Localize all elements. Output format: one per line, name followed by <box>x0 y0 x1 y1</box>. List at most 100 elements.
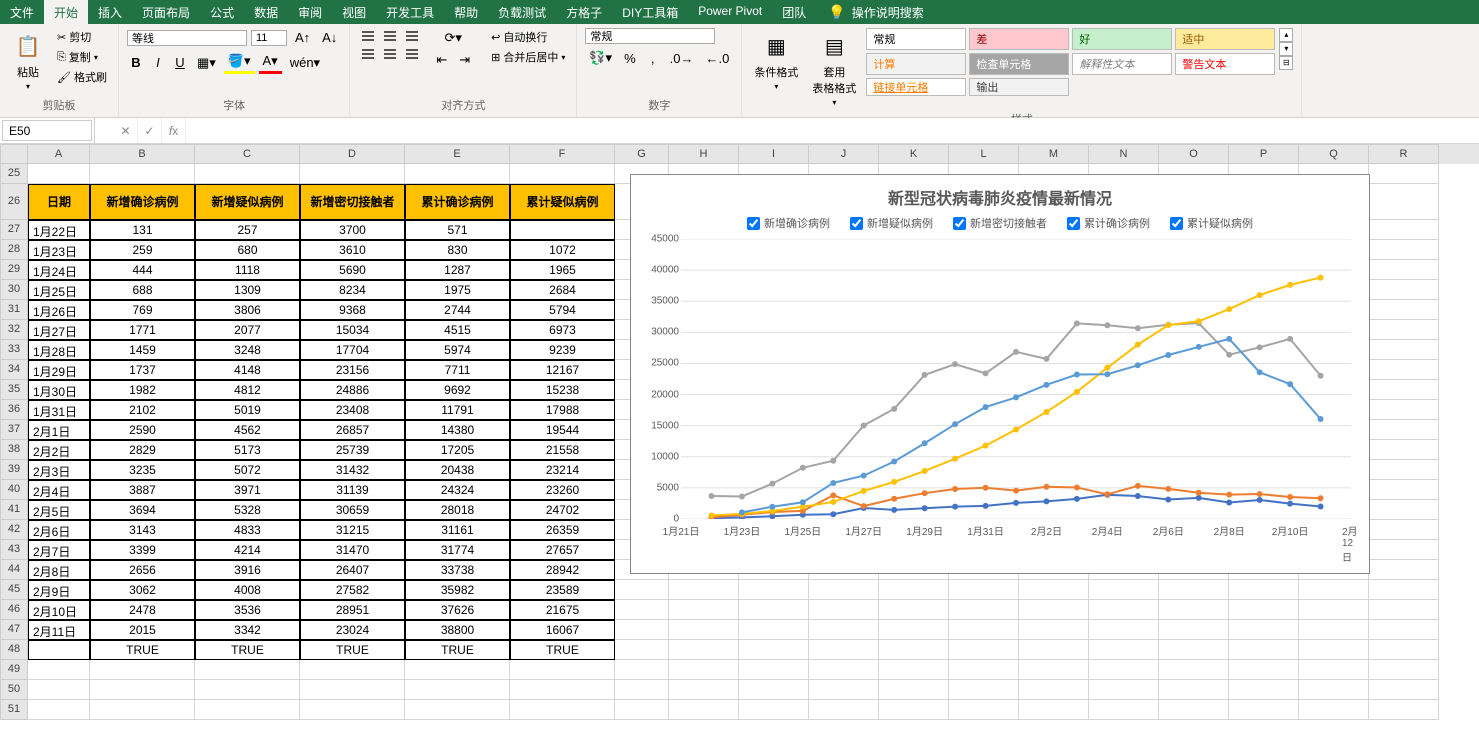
cell-O51[interactable] <box>1159 700 1229 720</box>
legend-checkbox[interactable] <box>1170 217 1183 230</box>
cell-O49[interactable] <box>1159 660 1229 680</box>
row-header-26[interactable]: 26 <box>0 184 28 220</box>
cell-K50[interactable] <box>879 680 949 700</box>
cell-D25[interactable] <box>300 164 405 184</box>
cell-D51[interactable] <box>300 700 405 720</box>
cell-B44[interactable]: 2656 <box>90 560 195 580</box>
cell-R32[interactable] <box>1369 320 1439 340</box>
menu-tab-开发工具[interactable]: 开发工具 <box>376 0 444 24</box>
cell-B40[interactable]: 3887 <box>90 480 195 500</box>
cell-M51[interactable] <box>1019 700 1089 720</box>
cell-E34[interactable]: 7711 <box>405 360 510 380</box>
cell-B26[interactable]: 新增确诊病例 <box>90 184 195 220</box>
cell-P51[interactable] <box>1229 700 1299 720</box>
cell-R47[interactable] <box>1369 620 1439 640</box>
cell-D42[interactable]: 31215 <box>300 520 405 540</box>
row-header-50[interactable]: 50 <box>0 680 28 700</box>
cell-N47[interactable] <box>1089 620 1159 640</box>
cell-Q51[interactable] <box>1299 700 1369 720</box>
legend-item[interactable]: 新增密切接触者 <box>953 215 1047 231</box>
cell-H45[interactable] <box>669 580 739 600</box>
row-header-44[interactable]: 44 <box>0 560 28 580</box>
cell-C41[interactable]: 5328 <box>195 500 300 520</box>
cell-F42[interactable]: 26359 <box>510 520 615 540</box>
cell-N50[interactable] <box>1089 680 1159 700</box>
cell-B41[interactable]: 3694 <box>90 500 195 520</box>
cell-F30[interactable]: 2684 <box>510 280 615 300</box>
cell-B42[interactable]: 3143 <box>90 520 195 540</box>
cell-C47[interactable]: 3342 <box>195 620 300 640</box>
cell-R25[interactable] <box>1369 164 1439 184</box>
menu-tab-DIY工具箱[interactable]: DIY工具箱 <box>612 0 688 24</box>
cell-E32[interactable]: 4515 <box>405 320 510 340</box>
cell-C27[interactable]: 257 <box>195 220 300 240</box>
paste-button[interactable]: 📋 粘贴 ▾ <box>8 28 48 93</box>
cell-R26[interactable] <box>1369 184 1439 220</box>
cell-Q45[interactable] <box>1299 580 1369 600</box>
cell-D40[interactable]: 31139 <box>300 480 405 500</box>
row-header-28[interactable]: 28 <box>0 240 28 260</box>
row-header-33[interactable]: 33 <box>0 340 28 360</box>
column-header-K[interactable]: K <box>879 144 949 164</box>
cell-M48[interactable] <box>1019 640 1089 660</box>
accounting-format-button[interactable]: 💱▾ <box>585 48 616 68</box>
cell-A32[interactable]: 1月27日 <box>28 320 90 340</box>
row-header-48[interactable]: 48 <box>0 640 28 660</box>
bold-button[interactable]: B <box>127 53 145 72</box>
cell-E48[interactable]: TRUE <box>405 640 510 660</box>
column-header-M[interactable]: M <box>1019 144 1089 164</box>
row-header-37[interactable]: 37 <box>0 420 28 440</box>
cell-J49[interactable] <box>809 660 879 680</box>
cell-F32[interactable]: 6973 <box>510 320 615 340</box>
cancel-formula-button[interactable]: ✕ <box>114 118 138 143</box>
font-name-select[interactable] <box>127 30 247 46</box>
cell-N49[interactable] <box>1089 660 1159 680</box>
cell-H51[interactable] <box>669 700 739 720</box>
legend-item[interactable]: 新增疑似病例 <box>850 215 933 231</box>
cell-R29[interactable] <box>1369 260 1439 280</box>
cell-R46[interactable] <box>1369 600 1439 620</box>
cell-B51[interactable] <box>90 700 195 720</box>
cell-A48[interactable] <box>28 640 90 660</box>
cell-C46[interactable]: 3536 <box>195 600 300 620</box>
cell-I46[interactable] <box>739 600 809 620</box>
cell-R36[interactable] <box>1369 400 1439 420</box>
cell-F49[interactable] <box>510 660 615 680</box>
menu-tab-公式[interactable]: 公式 <box>200 0 244 24</box>
menu-tab-开始[interactable]: 开始 <box>44 0 88 24</box>
cell-F36[interactable]: 17988 <box>510 400 615 420</box>
cell-L47[interactable] <box>949 620 1019 640</box>
cell-D46[interactable]: 28951 <box>300 600 405 620</box>
cell-D31[interactable]: 9368 <box>300 300 405 320</box>
cell-A25[interactable] <box>28 164 90 184</box>
row-header-30[interactable]: 30 <box>0 280 28 300</box>
cell-A44[interactable]: 2月8日 <box>28 560 90 580</box>
style-explanatory[interactable]: 解释性文本 <box>1072 53 1172 75</box>
cell-A49[interactable] <box>28 660 90 680</box>
cell-E25[interactable] <box>405 164 510 184</box>
cell-K51[interactable] <box>879 700 949 720</box>
cell-F35[interactable]: 15238 <box>510 380 615 400</box>
select-all-corner[interactable] <box>0 144 28 164</box>
cell-N46[interactable] <box>1089 600 1159 620</box>
cell-A40[interactable]: 2月4日 <box>28 480 90 500</box>
cell-E38[interactable]: 17205 <box>405 440 510 460</box>
cell-F38[interactable]: 21558 <box>510 440 615 460</box>
cell-D41[interactable]: 30659 <box>300 500 405 520</box>
cell-E30[interactable]: 1975 <box>405 280 510 300</box>
cell-I50[interactable] <box>739 680 809 700</box>
legend-checkbox[interactable] <box>850 217 863 230</box>
cell-F48[interactable]: TRUE <box>510 640 615 660</box>
cell-C25[interactable] <box>195 164 300 184</box>
column-header-R[interactable]: R <box>1369 144 1439 164</box>
menu-tab-Power Pivot[interactable]: Power Pivot <box>688 0 772 24</box>
font-size-select[interactable] <box>251 30 287 46</box>
cell-E28[interactable]: 830 <box>405 240 510 260</box>
row-header-42[interactable]: 42 <box>0 520 28 540</box>
cell-B48[interactable]: TRUE <box>90 640 195 660</box>
column-header-C[interactable]: C <box>195 144 300 164</box>
row-header-29[interactable]: 29 <box>0 260 28 280</box>
increase-decimal-button[interactable]: .0→ <box>666 49 698 68</box>
cell-D36[interactable]: 23408 <box>300 400 405 420</box>
cell-A50[interactable] <box>28 680 90 700</box>
